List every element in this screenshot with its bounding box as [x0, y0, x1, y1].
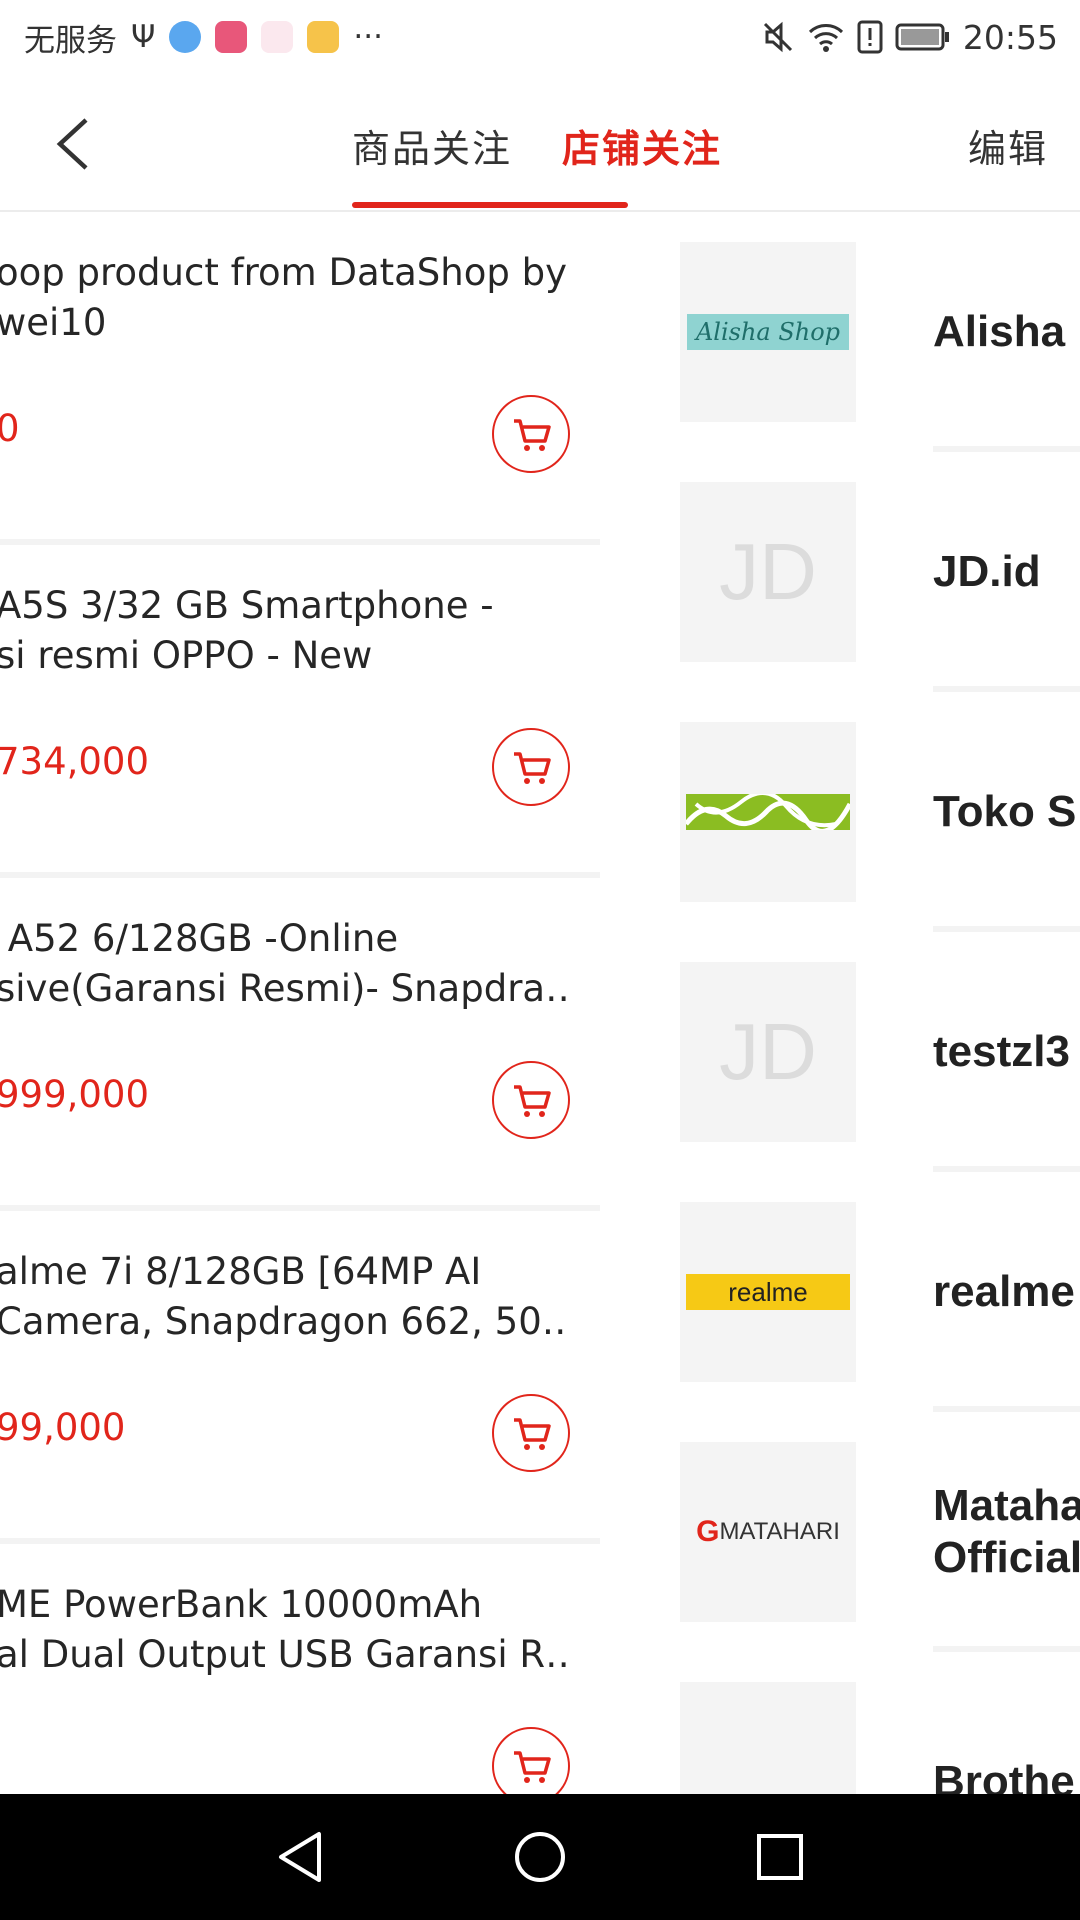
shop-name: Mataha Official	[933, 1481, 1080, 1582]
list-item[interactable]: realme realme	[668, 1172, 1080, 1412]
recents-square-icon[interactable]	[756, 1833, 804, 1881]
realme-logo-text: realme	[686, 1274, 850, 1310]
list-item[interactable]: A52 6/128GB -Online sive(Garansi Resmi)-…	[0, 878, 600, 1211]
shop-name: JD.id	[933, 547, 1041, 596]
jd-logo-text: JD	[719, 1007, 817, 1096]
system-navigation-bar	[0, 1794, 1080, 1920]
add-to-cart-button[interactable]	[492, 395, 570, 473]
list-item[interactable]: Alisha Shop Alisha	[668, 212, 1080, 452]
fm-notification-icon	[261, 21, 294, 53]
cart-icon	[514, 419, 551, 451]
product-title: oop product from DataShop by wei10	[0, 251, 566, 344]
product-title: alme 7i 8/128GB [64MP AI Camera, Snapdra…	[0, 1250, 566, 1343]
tab-product-follow[interactable]: 商品关注	[352, 118, 512, 173]
add-to-cart-button[interactable]	[492, 1394, 570, 1472]
shop-logo	[680, 722, 856, 902]
add-to-cart-button[interactable]	[492, 1727, 570, 1794]
shop-logo: G MATAHARI	[680, 1442, 856, 1622]
alert-icon	[857, 20, 883, 54]
product-price: 734,000	[0, 740, 150, 783]
shop-notification-icon	[215, 21, 248, 53]
chat-notification-icon	[307, 21, 340, 53]
cart-icon	[514, 1751, 551, 1783]
home-circle-icon[interactable]	[513, 1830, 567, 1884]
back-triangle-icon[interactable]	[275, 1830, 325, 1884]
cart-icon	[514, 1085, 551, 1117]
shop-name: realme	[933, 1267, 1075, 1316]
add-to-cart-button[interactable]	[492, 1061, 570, 1139]
product-follow-list[interactable]: oop product from DataShop by wei10 0 A5S…	[0, 212, 600, 1794]
product-price: 99,000	[0, 1406, 126, 1449]
status-bar: 无服务 Ψ ··· 20:55	[0, 0, 1080, 74]
more-notifications-icon: ···	[353, 19, 383, 55]
cart-icon	[514, 752, 551, 784]
product-title: A52 6/128GB -Online sive(Garansi Resmi)-…	[0, 917, 566, 1010]
edit-button[interactable]: 编辑	[968, 118, 1048, 173]
product-price: 999,000	[0, 1073, 150, 1116]
chevron-left-icon	[56, 118, 88, 170]
list-item[interactable]: JD JD.id	[668, 452, 1080, 692]
product-title: ME PowerBank 10000mAh al Dual Output USB…	[0, 1583, 566, 1676]
carrier-label: 无服务	[24, 22, 117, 59]
shop-logo: Alisha Shop	[680, 242, 856, 422]
wifi-icon	[808, 24, 843, 52]
cart-icon	[514, 1418, 551, 1450]
shop-name: Alisha	[933, 307, 1066, 356]
list-item[interactable]: ME PowerBank 10000mAh al Dual Output USB…	[0, 1544, 600, 1794]
shop-logo: JD	[680, 482, 856, 662]
alisha-logo-text: Alisha Shop	[687, 314, 849, 350]
mute-icon	[763, 21, 792, 53]
shop-logo: realme	[680, 1202, 856, 1382]
active-tab-indicator	[352, 202, 628, 208]
list-item[interactable]: JD testzl3	[668, 932, 1080, 1172]
top-nav-bar: 商品关注 店铺关注 编辑	[0, 74, 1080, 212]
add-to-cart-button[interactable]	[492, 728, 570, 806]
list-item[interactable]: alme 7i 8/128GB [64MP AI Camera, Snapdra…	[0, 1211, 600, 1544]
shop-name: Brothe	[933, 1757, 1075, 1794]
matahari-logo-icon: G	[696, 1515, 720, 1548]
matahari-logo-text: MATAHARI	[719, 1518, 840, 1545]
shop-follow-list[interactable]: Alisha Shop Alisha JD JD.id Toko S JD te…	[668, 212, 1080, 1794]
app-notification-icon	[169, 21, 202, 53]
toko-logo-graphic	[686, 794, 850, 830]
clock: 20:55	[962, 17, 1058, 57]
list-item[interactable]: Toko S	[668, 692, 1080, 932]
shop-name: testzl3	[933, 1027, 1070, 1076]
shop-logo: JD	[680, 962, 856, 1142]
product-price: 0	[0, 407, 20, 450]
product-title: A5S 3/32 GB Smartphone - si resmi OPPO -…	[0, 584, 494, 677]
shop-name: Toko S	[933, 787, 1077, 836]
list-item[interactable]: oop product from DataShop by wei10 0	[0, 212, 600, 545]
list-item[interactable]: Brothe	[668, 1652, 1080, 1794]
shop-logo	[680, 1682, 856, 1794]
list-item[interactable]: G MATAHARI Mataha Official	[668, 1412, 1080, 1652]
battery-icon	[895, 23, 949, 51]
usb-icon: Ψ	[131, 19, 156, 55]
list-item[interactable]: A5S 3/32 GB Smartphone - si resmi OPPO -…	[0, 545, 600, 878]
tab-shop-follow[interactable]: 店铺关注	[562, 118, 722, 173]
jd-logo-text: JD	[719, 527, 817, 616]
back-button[interactable]	[50, 114, 100, 174]
